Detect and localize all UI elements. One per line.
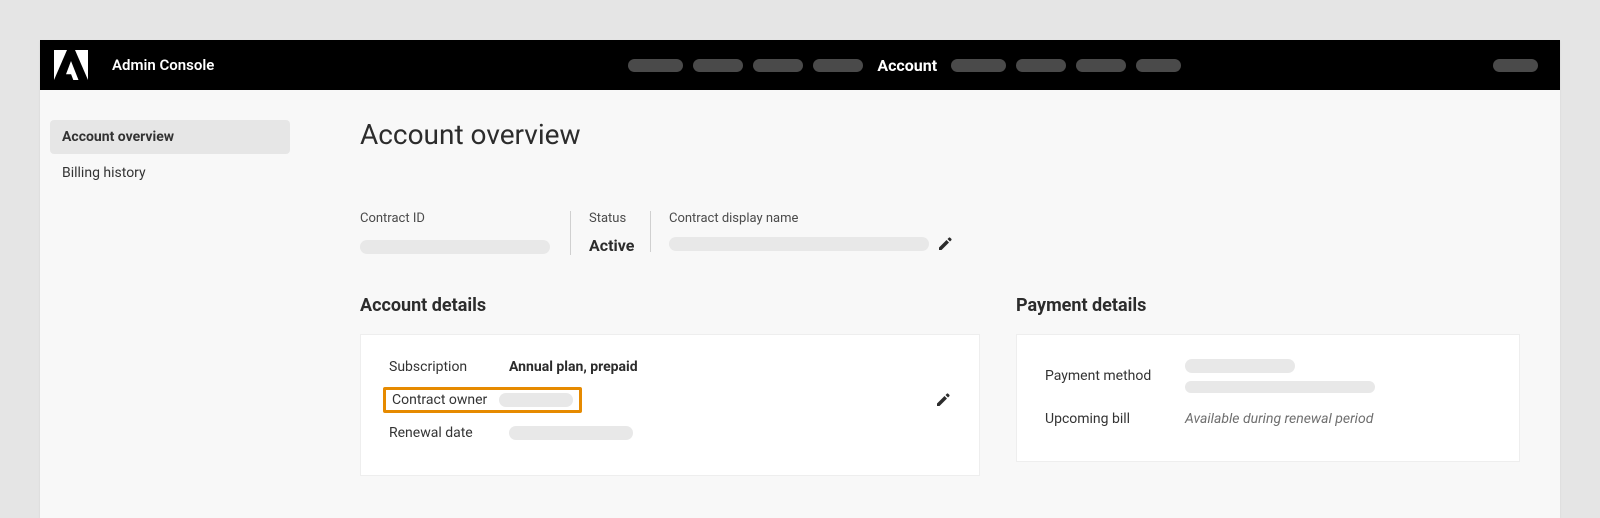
contract-owner-highlight: Contract owner (383, 387, 582, 413)
edit-contract-owner-icon[interactable] (935, 392, 951, 408)
status-label: Status (589, 211, 632, 226)
contract-id-label: Contract ID (360, 211, 552, 226)
display-name-value (669, 237, 929, 251)
nav-item-account[interactable]: Account (873, 56, 941, 75)
adobe-logo (54, 50, 88, 80)
top-right-action[interactable] (1493, 59, 1538, 72)
payment-details-section: Payment details Payment method Upcoming … (1016, 295, 1520, 476)
nav-item-placeholder[interactable] (1136, 59, 1181, 72)
nav-item-placeholder[interactable] (951, 59, 1006, 72)
renewal-date-value (509, 426, 633, 440)
nav-item-placeholder[interactable] (628, 59, 683, 72)
payment-details-title: Payment details (1016, 295, 1520, 316)
account-details-section: Account details Subscription Annual plan… (360, 295, 980, 476)
payment-method-label: Payment method (1045, 368, 1185, 384)
renewal-date-label: Renewal date (389, 425, 509, 441)
top-nav-tabs: Account (628, 56, 1181, 75)
display-name-label: Contract display name (669, 211, 953, 226)
upcoming-bill-value: Available during renewal period (1185, 411, 1373, 427)
app-window: Admin Console Account Account overview B… (40, 40, 1560, 518)
nav-item-placeholder[interactable] (1076, 59, 1126, 72)
payment-method-value (1185, 359, 1375, 393)
sidebar-item-account-overview[interactable]: Account overview (50, 120, 290, 154)
upcoming-bill-label: Upcoming bill (1045, 411, 1185, 427)
body-area: Account overview Billing history Account… (40, 90, 1560, 518)
sidebar: Account overview Billing history (40, 90, 300, 518)
main-content: Account overview Contract ID Status Acti… (300, 90, 1560, 518)
edit-display-name-icon[interactable] (937, 236, 953, 252)
subscription-label: Subscription (389, 359, 509, 375)
subscription-value: Annual plan, prepaid (509, 359, 638, 375)
contract-owner-value (499, 393, 573, 407)
payment-details-card: Payment method Upcoming bill Available d… (1016, 334, 1520, 462)
app-title: Admin Console (112, 56, 214, 74)
account-details-title: Account details (360, 295, 980, 316)
contract-summary: Contract ID Status Active Contract displ… (360, 211, 1520, 255)
top-nav-bar: Admin Console Account (40, 40, 1560, 90)
nav-item-placeholder[interactable] (753, 59, 803, 72)
page-title: Account overview (360, 118, 1520, 151)
nav-item-placeholder[interactable] (1016, 59, 1066, 72)
account-details-card: Subscription Annual plan, prepaid Contra… (360, 334, 980, 476)
sidebar-item-billing-history[interactable]: Billing history (50, 156, 290, 190)
detail-columns: Account details Subscription Annual plan… (360, 295, 1520, 476)
status-value: Active (589, 236, 632, 255)
contract-id-value (360, 240, 550, 254)
nav-item-placeholder[interactable] (693, 59, 743, 72)
contract-owner-label: Contract owner (392, 392, 487, 408)
nav-item-placeholder[interactable] (813, 59, 863, 72)
